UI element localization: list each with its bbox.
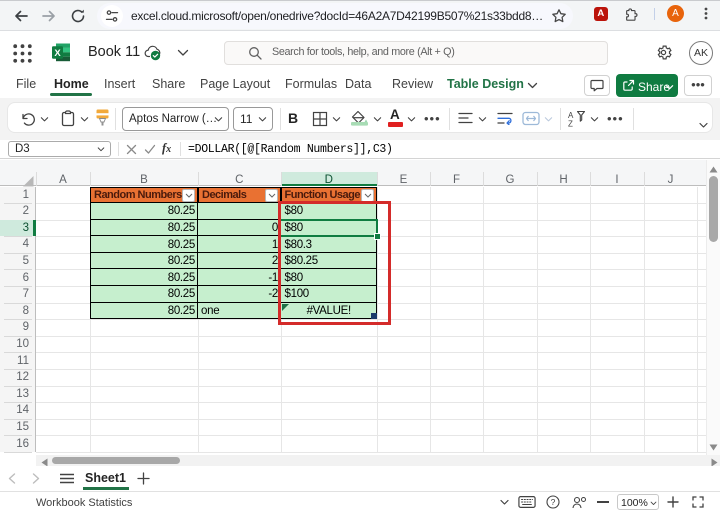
svg-text:?: ? [551,497,556,507]
svg-text:X: X [54,48,61,59]
svg-text:Z: Z [568,120,573,128]
